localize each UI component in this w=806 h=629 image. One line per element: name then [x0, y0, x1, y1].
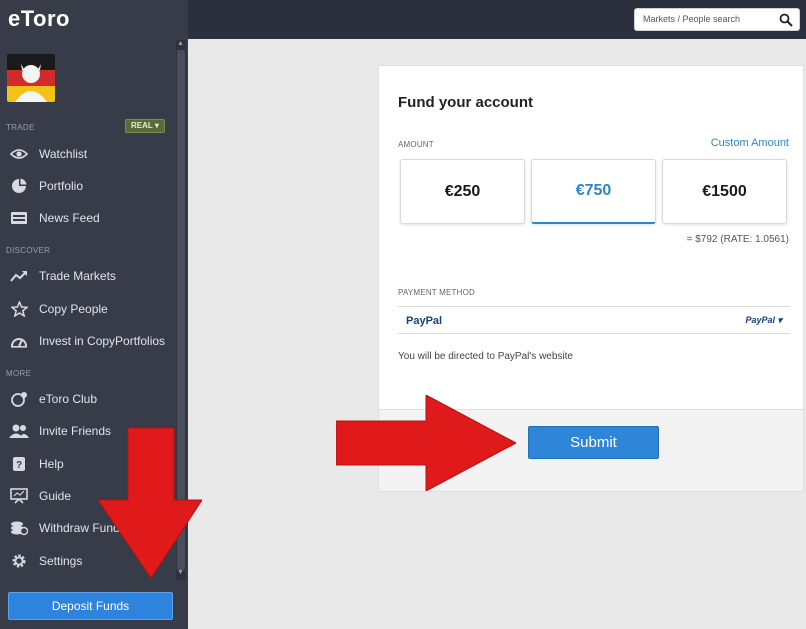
help-icon: ? — [8, 455, 30, 473]
svg-text:?: ? — [16, 460, 22, 471]
sidebar-item-label: Invest in CopyPortfolios — [39, 334, 166, 348]
newspaper-icon — [8, 209, 30, 227]
payment-method-dropdown[interactable]: PayPal ▾ — [745, 315, 782, 326]
conversion-rate: = $792 (RATE: 1.0561) — [686, 234, 789, 245]
sidebar-item-portfolio[interactable]: Portfolio — [0, 172, 176, 200]
eye-icon — [8, 145, 30, 163]
amount-option-750[interactable]: €750 — [531, 159, 656, 224]
payment-method-select[interactable]: PayPal PayPal ▾ — [398, 306, 790, 334]
sidebar-item-trade-markets[interactable]: Trade Markets — [0, 262, 176, 290]
etoro-logo[interactable]: eToro — [8, 6, 70, 32]
account-mode-badge[interactable]: REAL ▾ — [125, 119, 165, 133]
search-placeholder: Markets / People search — [643, 14, 741, 24]
gear-icon — [8, 552, 30, 570]
down-arrow-annotation — [98, 428, 202, 578]
amount-option-1500[interactable]: €1500 — [662, 159, 787, 224]
avatar[interactable] — [7, 54, 55, 102]
sidebar-item-label: Portfolio — [39, 179, 84, 193]
sidebar-item-label: Help — [39, 457, 64, 471]
right-arrow-annotation — [336, 395, 516, 491]
sidebar-item-label: Trade Markets — [39, 269, 116, 283]
trend-up-icon — [8, 267, 30, 285]
submit-button[interactable]: Submit — [528, 426, 659, 459]
sidebar-item-watchlist[interactable]: Watchlist — [0, 140, 176, 168]
amount-option-250[interactable]: €250 — [400, 159, 525, 224]
redirect-note: You will be directed to PayPal's website — [398, 351, 573, 362]
users-icon — [8, 422, 30, 440]
custom-amount-link[interactable]: Custom Amount — [711, 137, 789, 149]
search-icon[interactable] — [779, 13, 793, 27]
section-more: MORE — [6, 369, 32, 378]
payment-method-label: PAYMENT METHOD — [398, 288, 476, 297]
sidebar-item-label: Guide — [39, 489, 72, 503]
sidebar-item-label: Settings — [39, 554, 83, 568]
page-title: Fund your account — [398, 94, 533, 111]
pie-chart-icon — [8, 177, 30, 195]
deposit-funds-button[interactable]: Deposit Funds — [8, 592, 173, 620]
sidebar-item-copyportfolios[interactable]: Invest in CopyPortfolios — [0, 327, 176, 355]
sidebar-item-label: News Feed — [39, 211, 100, 225]
scroll-up-icon[interactable]: ▲ — [177, 40, 184, 47]
section-trade: TRADE — [6, 123, 35, 132]
presentation-icon — [8, 487, 30, 505]
payment-method-name: PayPal — [406, 315, 443, 327]
section-discover: DISCOVER — [6, 246, 51, 255]
sidebar-item-label: eToro Club — [39, 392, 98, 406]
coins-icon — [8, 519, 30, 537]
star-icon — [8, 300, 30, 318]
amount-label: AMOUNT — [398, 140, 434, 149]
sidebar-item-news-feed[interactable]: News Feed — [0, 204, 176, 232]
sidebar-item-label: Watchlist — [39, 147, 88, 161]
club-icon — [8, 390, 30, 408]
sidebar-item-etoro-club[interactable]: eToro Club — [0, 385, 176, 413]
gauge-icon — [8, 332, 30, 350]
search-input[interactable]: Markets / People search — [634, 8, 800, 31]
sidebar-item-copy-people[interactable]: Copy People — [0, 295, 176, 323]
fund-account-panel: Fund your account AMOUNT Custom Amount €… — [378, 65, 804, 410]
sidebar-item-label: Copy People — [39, 302, 108, 316]
